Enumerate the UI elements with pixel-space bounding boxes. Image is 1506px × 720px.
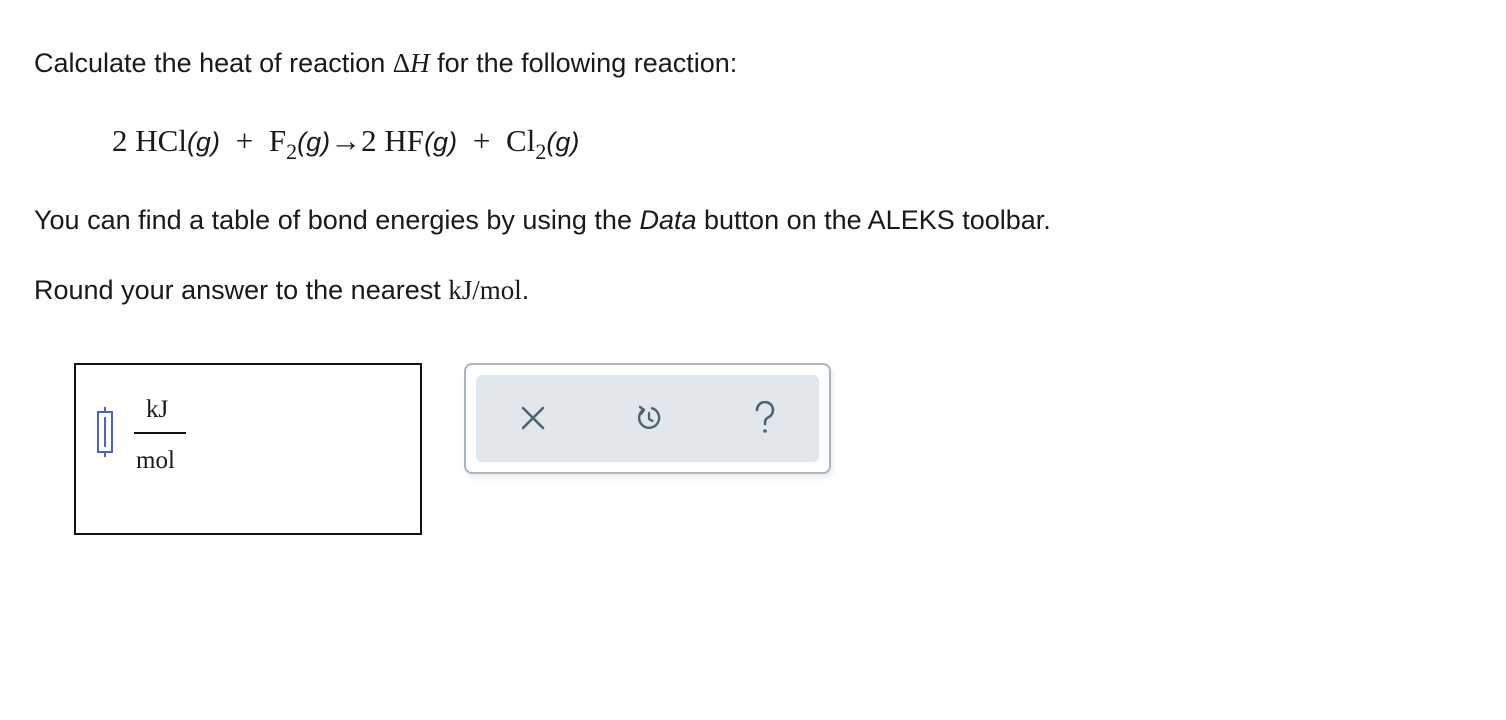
reactant2-formula: F	[268, 123, 287, 158]
answer-input[interactable]	[97, 407, 113, 457]
rounding-unit: kJ/mol	[448, 275, 522, 305]
answer-toolbar	[464, 363, 831, 474]
question-text-end: for the following reaction:	[429, 48, 738, 78]
question-line-2: You can find a table of bond energies by…	[34, 203, 1051, 237]
unit-numerator: kJ	[146, 396, 169, 423]
hint-text-start: You can find a table of bond energies by…	[34, 205, 640, 235]
clear-button[interactable]	[516, 401, 550, 435]
help-button[interactable]	[748, 401, 782, 435]
help-icon	[755, 401, 775, 433]
product1-coefficient: 2	[361, 123, 377, 158]
question-text-start: Calculate the heat of reaction	[34, 48, 393, 78]
product2-phase: (g)	[546, 127, 580, 157]
reactant2-subscript: 2	[286, 139, 298, 164]
data-button-reference: Data	[639, 205, 697, 235]
text-cursor	[104, 417, 106, 447]
reactant1-coefficient: 2	[112, 123, 128, 158]
unit-denominator: mol	[136, 447, 175, 474]
toolbar-panel	[476, 375, 819, 462]
undo-icon	[637, 405, 661, 429]
question-line-3: Round your answer to the nearest kJ/mol.	[34, 273, 529, 307]
undo-button[interactable]	[632, 401, 666, 435]
x-icon	[521, 406, 545, 430]
rounding-text: Round your answer to the nearest	[34, 275, 449, 305]
plus-sign: +	[235, 123, 254, 158]
product2-subscript: 2	[535, 139, 547, 164]
fraction-bar	[134, 432, 186, 434]
delta-symbol: Δ	[392, 48, 411, 78]
plus-sign: +	[472, 123, 491, 158]
reactant1-phase: (g)	[186, 127, 220, 157]
reaction-arrow: →	[330, 123, 362, 158]
product1-phase: (g)	[424, 127, 458, 157]
product2-formula: Cl	[506, 123, 536, 158]
chemical-equation: 2 HCl(g) + F2(g)→2 HF(g) + Cl2(g)	[112, 122, 580, 164]
question-line-1: Calculate the heat of reaction ΔH for th…	[34, 46, 737, 80]
rounding-period: .	[521, 275, 530, 305]
enthalpy-symbol: H	[410, 48, 430, 78]
hint-text-end: button on the ALEKS toolbar.	[696, 205, 1051, 235]
reactant2-phase: (g)	[297, 127, 331, 157]
answer-box: kJ mol	[74, 363, 422, 535]
product1-formula: HF	[384, 123, 425, 158]
reactant1-formula: HCl	[135, 123, 187, 158]
